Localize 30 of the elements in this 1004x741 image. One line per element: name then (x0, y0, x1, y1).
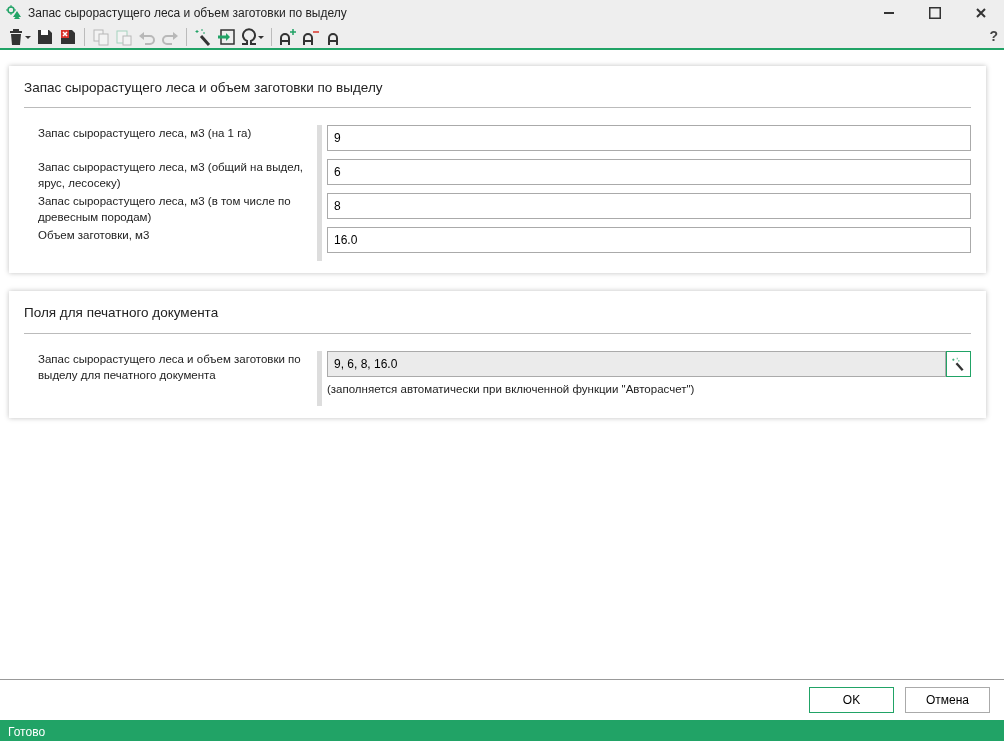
omega-icon (240, 27, 258, 46)
section-title: Запас сырорастущего леса и объем заготовки по выделу (24, 78, 971, 109)
omega-button[interactable] (239, 25, 265, 48)
maximize-icon (929, 6, 941, 19)
cancel-button[interactable]: Отмена (905, 687, 990, 713)
input-field[interactable]: 6 (327, 159, 971, 186)
ok-button[interactable]: OK (809, 687, 894, 713)
minimize-icon (884, 11, 894, 14)
section-title: Поля для печатного документа (24, 303, 971, 334)
copy-icon (92, 27, 110, 46)
input-field[interactable]: 8 (327, 193, 971, 220)
paste-icon (115, 27, 133, 46)
input-field[interactable]: 9, 6, 8, 16.0 (327, 350, 946, 377)
tree-icon (6, 4, 22, 21)
field-label: Запас сырорастущего леса, м3 (на 1 га) (37, 126, 253, 142)
trash-icon (7, 27, 25, 46)
help-button[interactable]: ? (989, 26, 998, 47)
field-label: Запас сырорастущего леса и объем заготовки по выделу для печатного документа (37, 351, 302, 383)
field-label: Запас сырорастущего леса, м3 (в том числе по древесным породам) (37, 194, 292, 226)
field-label: Запас сырорастущего леса, м3 (общий на выдел, ярус, лесосеку) (37, 160, 305, 192)
input-field[interactable]: 16.0 (327, 227, 971, 254)
floppy-disk-cross-icon (59, 27, 77, 46)
field-label: Объем заготовки, м3 (37, 228, 151, 244)
input-field[interactable]: 9 (327, 125, 971, 152)
hint-text: (заполняется автоматически при включенной функции "Авторасчет") (327, 381, 696, 397)
status-bar: Готово (0, 720, 1004, 741)
autofill-button[interactable] (945, 350, 971, 377)
window-title: Запас сырорастущего леса и объем заготовки по выделу (28, 4, 348, 22)
magic-wand-icon (951, 356, 966, 371)
close-icon (976, 7, 986, 18)
